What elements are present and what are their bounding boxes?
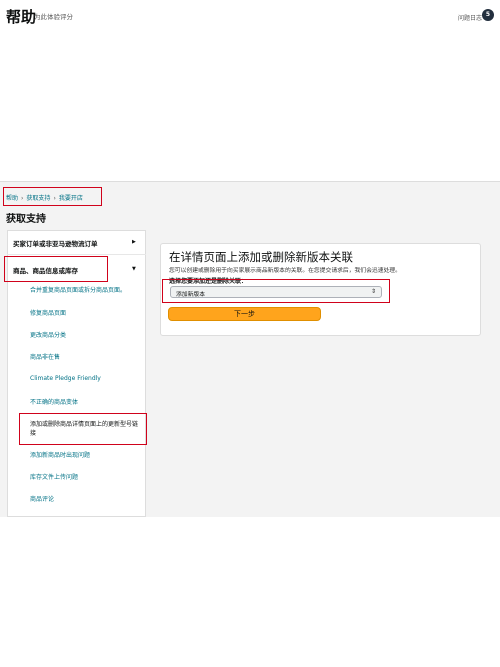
annotation-box-category xyxy=(4,256,108,282)
sidebar-subitem-not-for-sale[interactable]: 商品非在售 xyxy=(30,352,60,361)
sidebar-subitem-merge-pages[interactable]: 合并重复商品页面或拆分商品页面。 xyxy=(30,285,126,294)
issue-log-count-badge: 5 xyxy=(482,9,494,21)
annotation-box-subitem xyxy=(19,413,147,445)
sidebar-subitem-add-product-issue[interactable]: 添加新商品时出现问题 xyxy=(30,450,90,459)
issue-log-link[interactable]: 问题日志 xyxy=(458,13,482,22)
sidebar-subitem-fix-page[interactable]: 修复商品页面 xyxy=(30,308,66,317)
rate-experience-link[interactable]: 为此体验评分 xyxy=(34,11,73,21)
sidebar-subitem-change-category[interactable]: 更改商品分类 xyxy=(30,330,66,339)
page-title: 帮助 xyxy=(6,8,37,26)
sidebar-subitem-inventory-upload[interactable]: 库存文件上传问题 xyxy=(30,472,78,481)
sidebar-subitem-incorrect-variation[interactable]: 不正确的商品变体 xyxy=(30,397,78,406)
section-title: 获取支持 xyxy=(6,214,46,225)
sidebar-subitem-climate-pledge[interactable]: Climate Pledge Friendly xyxy=(30,375,101,382)
sidebar-category-buyer-orders[interactable]: 买家订单或非亚马逊物流订单 xyxy=(13,238,98,248)
sidebar-divider xyxy=(7,254,146,255)
annotation-box-breadcrumb xyxy=(3,187,102,206)
card-description: 您可以创建或删除用于向买家展示商品新版本的关联。在您提交请求后，我们会迅速处理。 xyxy=(169,268,401,274)
sidebar-subitem-reviews[interactable]: 商品评论 xyxy=(30,494,54,503)
card-title: 在详情页面上添加或删除新版本关联 xyxy=(169,250,353,264)
page-header xyxy=(0,150,500,182)
next-button[interactable]: 下一步 xyxy=(168,307,321,321)
caret-down-icon[interactable]: ▼ xyxy=(132,266,136,272)
annotation-box-select xyxy=(162,279,390,303)
caret-right-icon[interactable]: ▶ xyxy=(132,239,136,245)
